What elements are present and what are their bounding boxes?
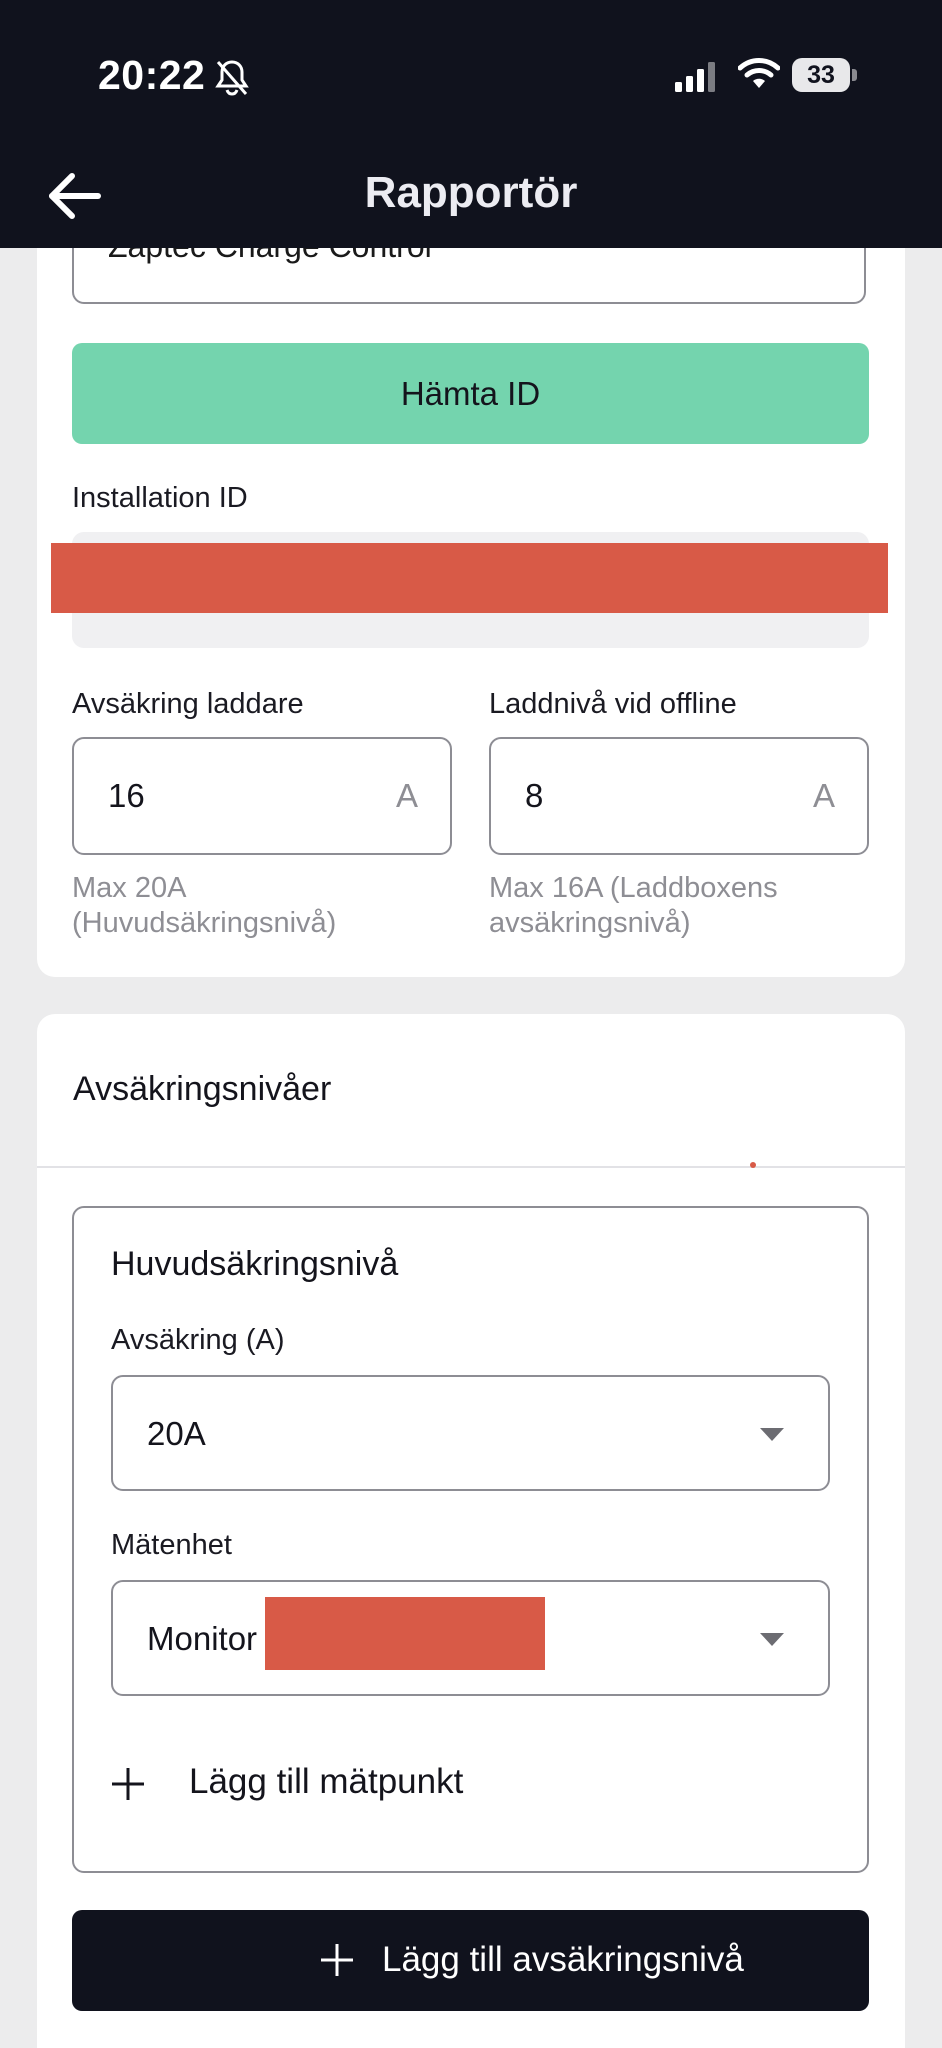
charger-fuse-hint: Max 20A (Huvudsäkringsnivå): [72, 872, 337, 939]
chevron-down-icon: [760, 1428, 784, 1441]
fuse-level-title: Huvudsäkringsnivå: [111, 1245, 399, 1283]
charger-fuse-value: 16: [108, 777, 145, 814]
battery-level: 33: [807, 61, 835, 89]
plus-icon: [321, 1944, 353, 1976]
fuse-levels-title: Avsäkringsnivåer: [73, 1070, 332, 1108]
charger-fuse-label: Avsäkring laddare: [72, 688, 304, 720]
wifi-icon: [738, 58, 780, 88]
add-fuse-level-button[interactable]: Lägg till avsäkringsnivå: [72, 1910, 869, 2011]
plus-icon: [112, 1768, 144, 1800]
page-title: Rapportör: [364, 168, 578, 217]
signal-icon: [675, 62, 715, 92]
fuse-amp-select[interactable]: 20A: [111, 1375, 830, 1491]
offline-level-label: Laddnivå vid offline: [489, 688, 737, 720]
charger-fuse-unit: A: [395, 777, 418, 814]
offline-level-hint: Max 16A (Laddboxens avsäkringsnivå): [489, 872, 778, 939]
battery-icon: 33: [792, 58, 858, 94]
redaction-bar: [265, 1597, 545, 1670]
status-time: 20:22: [98, 52, 206, 98]
add-measure-point-label: Lägg till mätpunkt: [189, 1762, 464, 1801]
meter-label: Mätenhet: [111, 1529, 232, 1561]
redaction-bar: [51, 543, 888, 613]
fuse-amp-label: Avsäkring (A): [111, 1324, 285, 1356]
installation-id-label: Installation ID: [72, 482, 248, 514]
offline-level-unit: A: [812, 777, 835, 814]
fetch-id-button[interactable]: Hämta ID: [72, 343, 869, 444]
add-fuse-level-label: Lägg till avsäkringsnivå: [382, 1940, 744, 1979]
charger-fuse-input[interactable]: 16 A: [72, 737, 452, 855]
chevron-down-icon: [760, 1633, 784, 1646]
offline-level-input[interactable]: 8 A: [489, 737, 869, 855]
fuse-amp-value: 20A: [147, 1415, 206, 1452]
indicator-dot: [750, 1162, 756, 1168]
bell-slash-icon: [215, 60, 249, 96]
offline-level-value: 8: [525, 777, 544, 814]
divider: [37, 1166, 905, 1168]
meter-value: Monitor: [147, 1620, 258, 1657]
app-header: 20:22 33 Rapportör: [0, 0, 942, 248]
